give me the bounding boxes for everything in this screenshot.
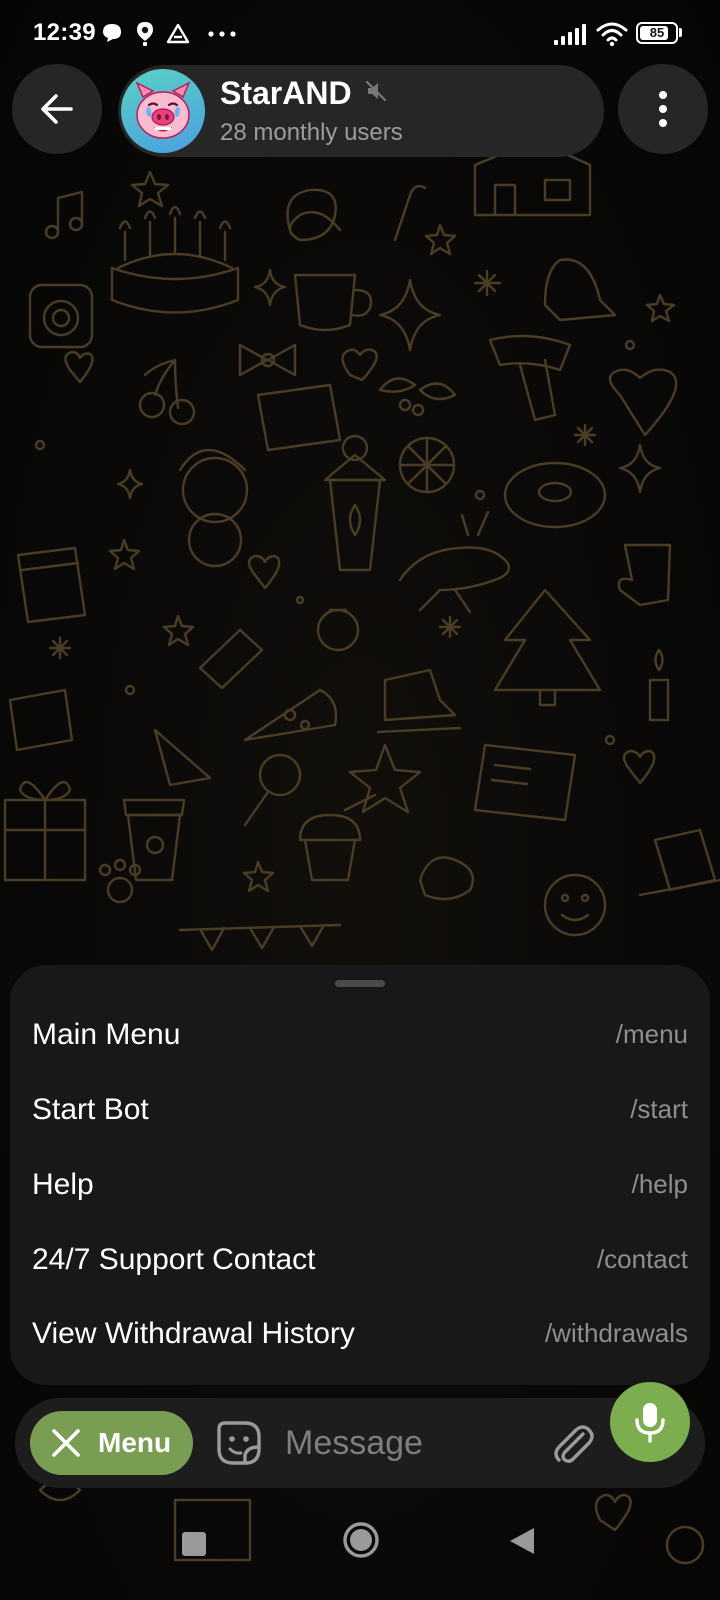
chat-subtitle: 28 monthly users (220, 119, 403, 146)
chat-bubble-icon (103, 24, 121, 42)
microphone-icon (635, 1403, 665, 1443)
command-label: Main Menu (32, 1018, 181, 1051)
command-name: /start (630, 1094, 688, 1124)
wifi-icon (596, 22, 628, 47)
signal-icon (554, 24, 586, 45)
more-options-button[interactable] (618, 64, 708, 154)
chat-header[interactable]: StarAND 28 monthly users (118, 65, 604, 157)
sticker-icon[interactable] (215, 1419, 263, 1467)
command-name: /menu (615, 1019, 688, 1049)
back-button[interactable] (12, 64, 102, 154)
mute-icon (365, 80, 387, 102)
command-row-withdrawals[interactable]: View Withdrawal History /withdrawals (10, 1296, 710, 1371)
attach-icon[interactable] (550, 1421, 596, 1467)
back-nav-icon[interactable] (508, 1526, 536, 1556)
close-icon (52, 1429, 80, 1457)
command-label: Help (32, 1168, 94, 1201)
command-name: /withdrawals (544, 1318, 688, 1348)
message-input[interactable] (285, 1416, 535, 1470)
menu-button[interactable]: Menu (30, 1411, 193, 1475)
command-row-menu[interactable]: Main Menu /menu (10, 997, 710, 1072)
battery-tip (679, 28, 682, 37)
command-name: /help (631, 1169, 688, 1199)
avatar[interactable] (121, 69, 205, 153)
status-time: 12:39 (33, 19, 96, 46)
command-name: /contact (596, 1244, 688, 1274)
more-dots-icon (208, 31, 236, 37)
menu-button-label: Menu (98, 1427, 172, 1458)
pig-emoji-icon (135, 81, 191, 139)
drive-icon (166, 23, 190, 44)
command-label: View Withdrawal History (32, 1317, 355, 1350)
recent-apps-icon[interactable] (180, 1530, 208, 1558)
bot-commands-panel: Main Menu /menu Start Bot /start Help /h… (10, 965, 710, 1385)
location-icon (137, 22, 153, 46)
command-row-help[interactable]: Help /help (10, 1147, 710, 1222)
command-label: 24/7 Support Contact (32, 1243, 316, 1276)
voice-record-button[interactable] (610, 1382, 690, 1462)
arrow-left-icon (41, 94, 73, 124)
drag-handle[interactable] (335, 980, 385, 987)
command-row-start[interactable]: Start Bot /start (10, 1072, 710, 1147)
command-row-contact[interactable]: 24/7 Support Contact /contact (10, 1222, 710, 1297)
home-icon[interactable] (342, 1521, 380, 1559)
command-label: Start Bot (32, 1093, 149, 1126)
chat-title: StarAND (220, 75, 352, 111)
message-input-bar: Menu (15, 1398, 705, 1488)
battery-icon: 85 (636, 22, 678, 44)
battery-percent: 85 (649, 25, 665, 40)
status-bar: 12:39 85 (0, 0, 720, 68)
vertical-dots-icon (659, 91, 667, 127)
